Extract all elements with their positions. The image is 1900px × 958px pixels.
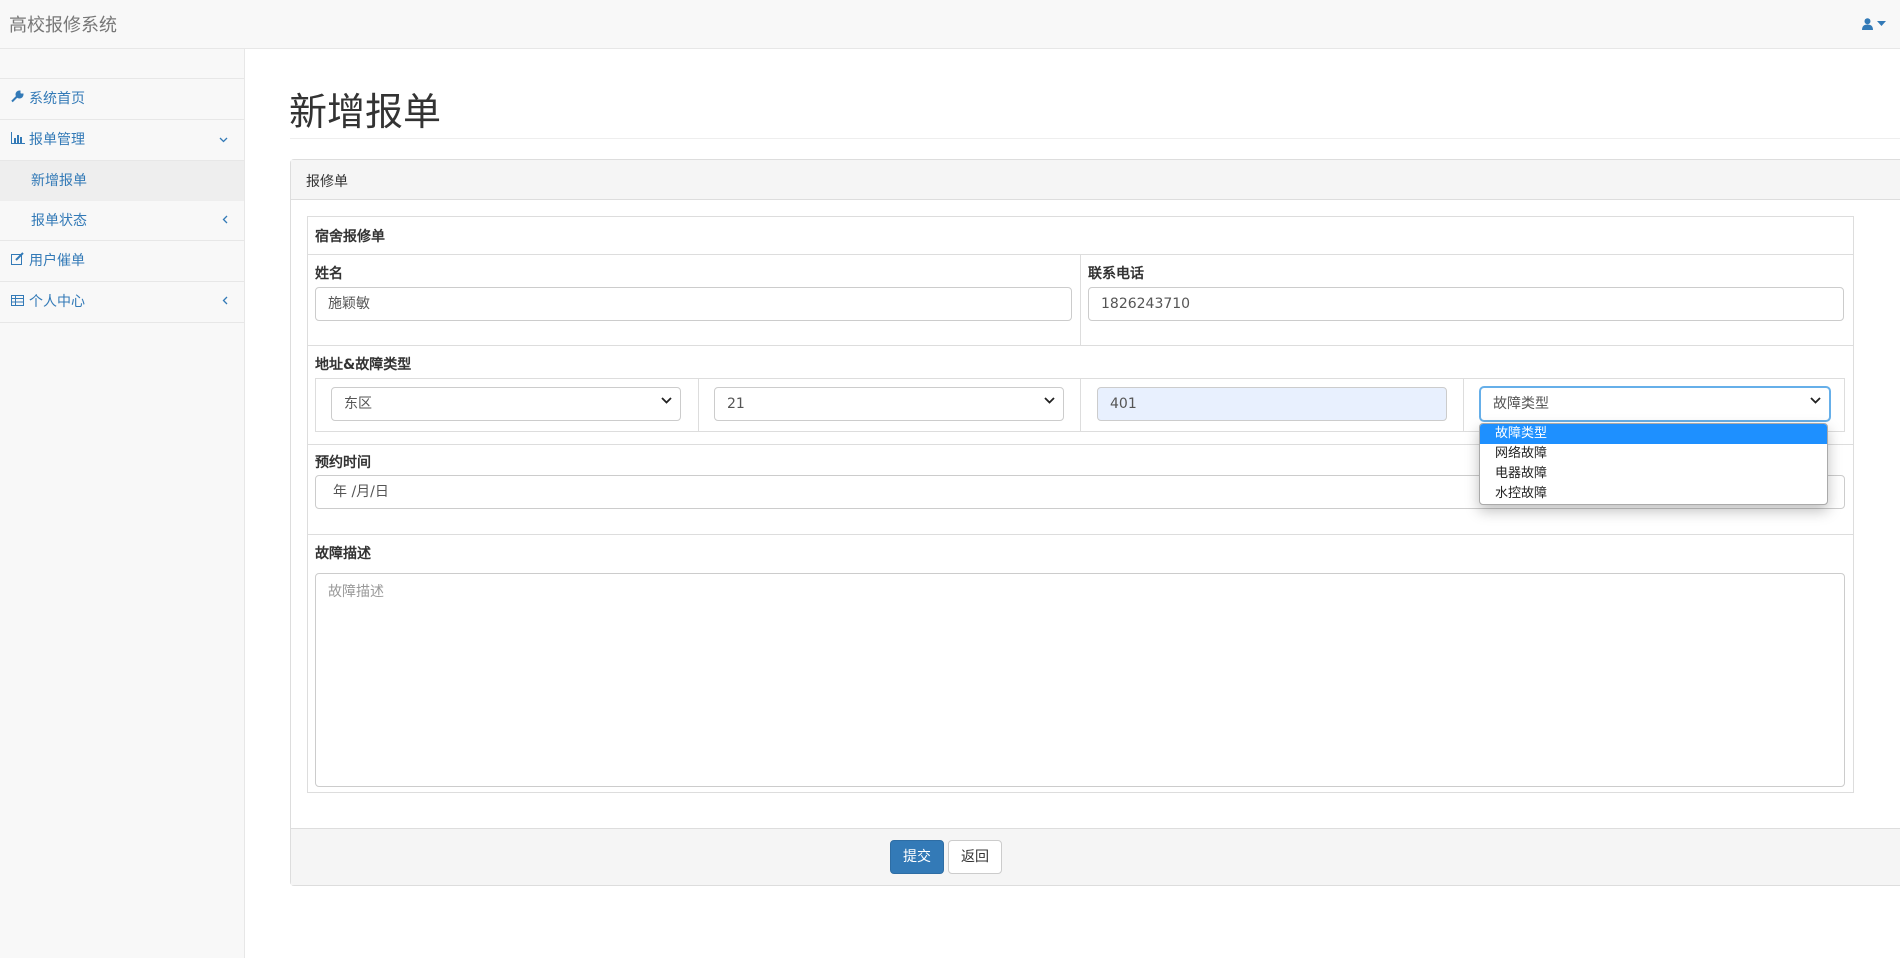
bar-chart-icon [11,120,25,160]
user-icon [1861,17,1873,30]
section-title: 宿舍报修单 [315,229,385,245]
area-select[interactable]: 东区 [331,387,681,421]
sidebar-item-label: 个人中心 [29,294,85,310]
fault-type-dropdown: 故障类型 网络故障 电器故障 水控故障 [1479,423,1828,505]
dropdown-option[interactable]: 电器故障 [1480,464,1827,484]
chevron-down-icon [1810,397,1821,404]
sidebar-item-label: 报单状态 [31,213,87,229]
app-brand[interactable]: 高校报修系统 [9,11,117,37]
building-select[interactable]: 21 [714,387,1064,421]
fault-description-label: 故障描述 [315,546,371,562]
panel-footer: 提交 返回 [291,828,1900,885]
sidebar-item-home[interactable]: 系统首页 [0,79,244,120]
area-select-value: 东区 [344,396,372,412]
dropdown-option[interactable]: 水控故障 [1480,484,1827,504]
top-navbar: 高校报修系统 [0,0,1900,49]
sidebar-item-order-management[interactable]: 报单管理 [0,120,244,161]
sidebar-item-label: 用户催单 [29,253,85,269]
chevron-down-icon [1044,397,1055,404]
dropdown-option[interactable]: 故障类型 [1480,424,1827,444]
phone-input[interactable]: 1826243710 [1088,287,1844,321]
sidebar-item-label: 新增报单 [31,173,87,189]
room-input[interactable]: 401 [1097,387,1447,421]
chevron-down-icon [661,397,672,404]
sidebar-spacer [0,49,244,79]
fault-description-textarea[interactable]: 故障描述 [315,573,1845,787]
name-label: 姓名 [315,266,343,282]
panel-heading: 报修单 [291,160,1900,200]
submit-button[interactable]: 提交 [890,840,944,874]
dropdown-option[interactable]: 网络故障 [1480,444,1827,464]
sidebar-item-label: 报单管理 [29,132,85,148]
caret-down-icon [1877,20,1886,26]
edit-icon [11,241,25,281]
sidebar-item-user-urge[interactable]: 用户催单 [0,241,244,282]
title-divider [290,138,1900,139]
sidebar-item-personal-center[interactable]: 个人中心 [0,282,244,323]
row-divider [308,345,1853,346]
back-button[interactable]: 返回 [948,840,1002,874]
wrench-icon [11,79,25,119]
column-divider [1463,378,1464,432]
table-icon [11,282,25,322]
name-input[interactable]: 施颖敏 [315,287,1072,321]
appointment-time-label: 预约时间 [315,455,371,471]
column-divider [1080,378,1081,432]
column-divider [1080,254,1081,345]
address-label: 地址&故障类型 [315,357,412,373]
chevron-left-icon [222,201,228,241]
page-title: 新增报单 [289,90,442,134]
sidebar-item-label: 系统首页 [29,91,85,107]
phone-label: 联系电话 [1088,266,1144,282]
column-divider [698,378,699,432]
chevron-left-icon [222,282,228,322]
repair-form-panel: 报修单 宿舍报修单 姓名 施颖敏 联系电话 1826243710 地址&故障类型… [290,159,1900,886]
row-divider [308,534,1853,535]
building-select-value: 21 [727,396,745,412]
sidebar-subitem-order-status[interactable]: 报单状态 [0,201,244,241]
fault-type-select[interactable]: 故障类型 [1480,387,1830,421]
chevron-down-icon [219,120,228,160]
user-menu[interactable] [1861,16,1886,31]
fault-type-select-value: 故障类型 [1493,396,1549,412]
sidebar-subitem-new-order[interactable]: 新增报单 [0,161,244,201]
sidebar: 系统首页 报单管理 新增报单 报单状态 用户催单 个人中心 [0,49,245,958]
